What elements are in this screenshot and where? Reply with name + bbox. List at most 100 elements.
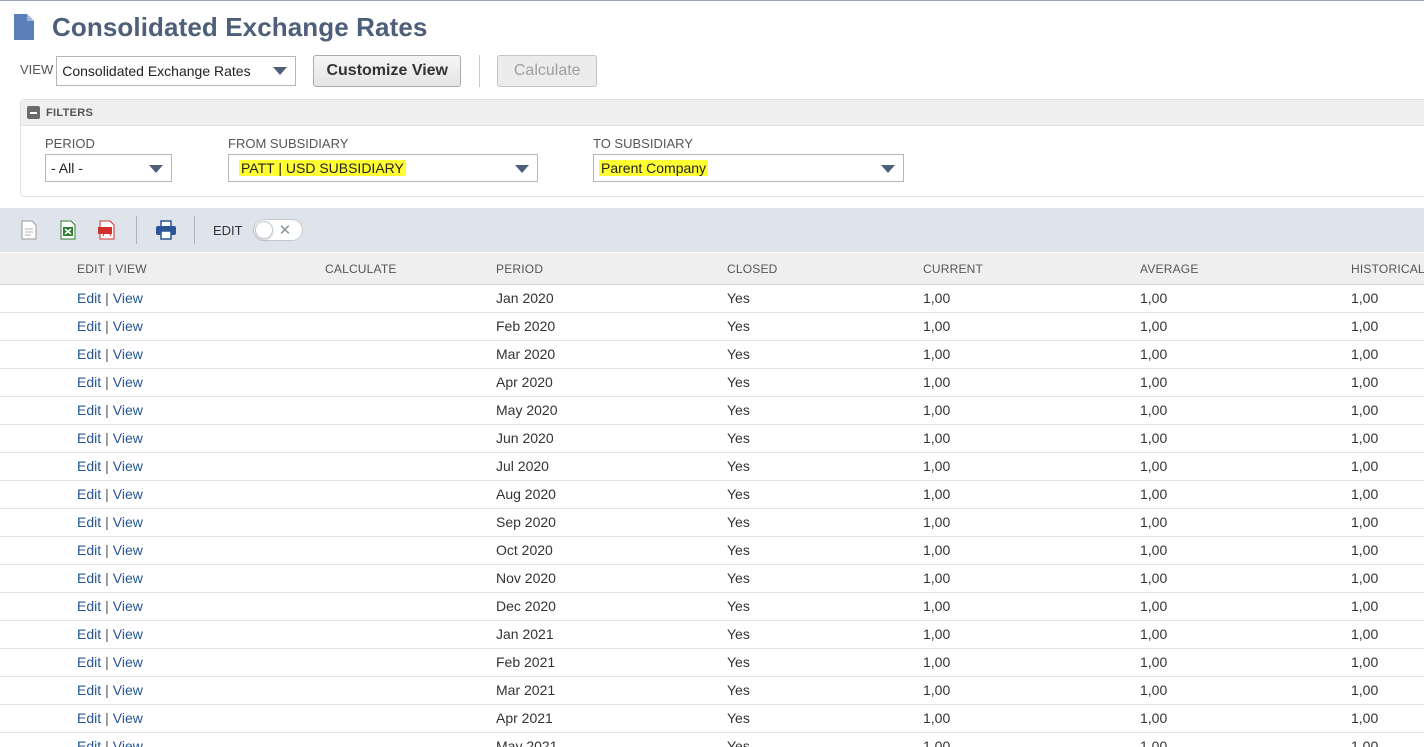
closed-cell: Yes [727, 346, 750, 362]
closed-cell: Yes [727, 738, 750, 747]
view-link[interactable]: View [113, 402, 143, 418]
column-header-historical[interactable]: HISTORICAL [1351, 262, 1424, 276]
historical-rate-cell: 1,00 [1351, 626, 1379, 642]
view-row: VIEW Consolidated Exchange Rates Customi… [20, 55, 598, 87]
export-csv-icon[interactable] [18, 218, 40, 242]
historical-rate-cell: 1,00 [1351, 430, 1379, 446]
current-rate-cell: 1,00 [923, 654, 951, 670]
link-separator: | [105, 626, 109, 642]
edit-toggle[interactable]: ✕ [252, 219, 303, 241]
view-link[interactable]: View [113, 430, 143, 446]
edit-link[interactable]: Edit [77, 374, 101, 390]
view-link[interactable]: View [113, 542, 143, 558]
view-link[interactable]: View [113, 318, 143, 334]
column-header-calculate[interactable]: CALCULATE [325, 262, 397, 276]
edit-view-cell: Edit | View [77, 626, 143, 642]
view-link[interactable]: View [113, 738, 143, 747]
closed-cell: Yes [727, 430, 750, 446]
table-row: Edit | View May 2021 Yes 1,00 1,00 1,00 [0, 733, 1424, 747]
current-rate-cell: 1,00 [923, 738, 951, 747]
edit-link[interactable]: Edit [77, 290, 101, 306]
view-link[interactable]: View [113, 346, 143, 362]
column-header-edit-view[interactable]: EDIT | VIEW [77, 262, 147, 276]
edit-link[interactable]: Edit [77, 682, 101, 698]
edit-link[interactable]: Edit [77, 598, 101, 614]
historical-rate-cell: 1,00 [1351, 290, 1379, 306]
closed-cell: Yes [727, 626, 750, 642]
closed-cell: Yes [727, 458, 750, 474]
period-cell: Jan 2021 [496, 626, 554, 642]
page-header: Consolidated Exchange Rates [12, 10, 427, 44]
edit-view-cell: Edit | View [77, 318, 143, 334]
current-rate-cell: 1,00 [923, 598, 951, 614]
edit-view-cell: Edit | View [77, 738, 143, 747]
period-cell: Nov 2020 [496, 570, 556, 586]
column-header-average[interactable]: AVERAGE [1140, 262, 1199, 276]
edit-link[interactable]: Edit [77, 654, 101, 670]
average-rate-cell: 1,00 [1140, 290, 1168, 306]
calculate-button[interactable]: Calculate [497, 55, 598, 87]
edit-view-cell: Edit | View [77, 374, 143, 390]
edit-link[interactable]: Edit [77, 514, 101, 530]
edit-link[interactable]: Edit [77, 318, 101, 334]
view-link[interactable]: View [113, 598, 143, 614]
edit-toggle-label: EDIT [213, 222, 243, 238]
closed-cell: Yes [727, 318, 750, 334]
view-select[interactable]: Consolidated Exchange Rates [56, 56, 297, 86]
edit-link[interactable]: Edit [77, 626, 101, 642]
edit-view-cell: Edit | View [77, 346, 143, 362]
column-header-closed[interactable]: CLOSED [727, 262, 778, 276]
view-link[interactable]: View [113, 626, 143, 642]
view-link[interactable]: View [113, 290, 143, 306]
view-link[interactable]: View [113, 514, 143, 530]
period-cell: May 2020 [496, 402, 558, 418]
historical-rate-cell: 1,00 [1351, 402, 1379, 418]
export-pdf-icon[interactable] [96, 218, 118, 242]
edit-link[interactable]: Edit [77, 458, 101, 474]
from-subsidiary-label: FROM SUBSIDIARY [228, 136, 349, 151]
average-rate-cell: 1,00 [1140, 570, 1168, 586]
period-cell: Mar 2021 [496, 682, 556, 698]
edit-link[interactable]: Edit [77, 430, 101, 446]
view-link[interactable]: View [113, 654, 143, 670]
edit-view-cell: Edit | View [77, 654, 143, 670]
filters-panel: FILTERS PERIOD - All - FROM SUBSIDIARY P… [20, 99, 1424, 197]
customize-view-button[interactable]: Customize View [313, 55, 462, 87]
print-icon[interactable] [155, 218, 177, 242]
period-select[interactable]: - All - [45, 154, 172, 182]
column-header-current[interactable]: CURRENT [923, 262, 983, 276]
current-rate-cell: 1,00 [923, 290, 951, 306]
view-link[interactable]: View [113, 710, 143, 726]
view-link[interactable]: View [113, 682, 143, 698]
view-link[interactable]: View [113, 374, 143, 390]
period-filter-label: PERIOD [45, 136, 95, 151]
historical-rate-cell: 1,00 [1351, 346, 1379, 362]
average-rate-cell: 1,00 [1140, 318, 1168, 334]
edit-link[interactable]: Edit [77, 542, 101, 558]
filters-header[interactable]: FILTERS [21, 100, 1424, 126]
edit-link[interactable]: Edit [77, 346, 101, 362]
link-separator: | [105, 598, 109, 614]
average-rate-cell: 1,00 [1140, 486, 1168, 502]
to-subsidiary-filter: TO SUBSIDIARY Parent Company [593, 136, 904, 182]
edit-view-cell: Edit | View [77, 542, 143, 558]
view-link[interactable]: View [113, 458, 143, 474]
edit-view-cell: Edit | View [77, 290, 143, 306]
edit-link[interactable]: Edit [77, 738, 101, 747]
view-link[interactable]: View [113, 486, 143, 502]
chevron-down-icon [515, 165, 529, 173]
edit-link[interactable]: Edit [77, 710, 101, 726]
view-link[interactable]: View [113, 570, 143, 586]
column-header-period[interactable]: PERIOD [496, 262, 543, 276]
closed-cell: Yes [727, 514, 750, 530]
collapse-icon[interactable] [27, 106, 40, 119]
edit-link[interactable]: Edit [77, 486, 101, 502]
edit-link[interactable]: Edit [77, 570, 101, 586]
export-excel-icon[interactable] [57, 218, 79, 242]
from-subsidiary-select[interactable]: PATT | USD SUBSIDIARY [228, 154, 538, 182]
toggle-knob [254, 221, 273, 239]
historical-rate-cell: 1,00 [1351, 318, 1379, 334]
to-subsidiary-select[interactable]: Parent Company [593, 154, 904, 182]
edit-link[interactable]: Edit [77, 402, 101, 418]
current-rate-cell: 1,00 [923, 458, 951, 474]
